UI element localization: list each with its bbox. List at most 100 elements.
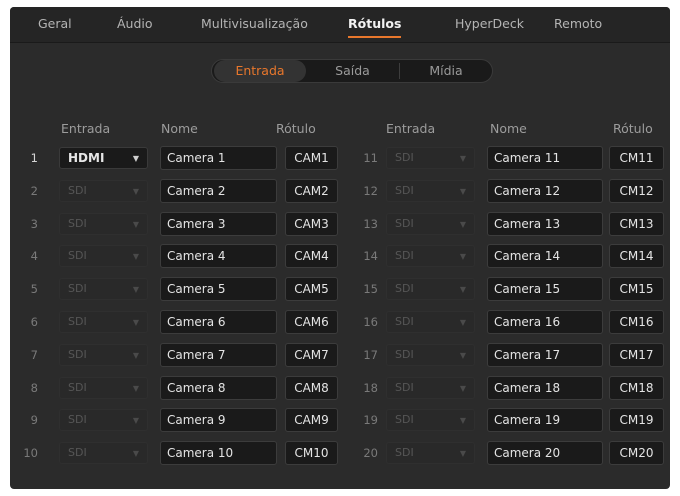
input-select[interactable]: SDI ▼ [386, 278, 475, 301]
chevron-down-icon: ▼ [459, 318, 466, 327]
label-field[interactable]: CM16 [609, 310, 664, 334]
input-select-value: SDI [395, 347, 414, 361]
name-field[interactable]: Camera 5 [160, 277, 277, 302]
input-select[interactable]: SDI ▼ [59, 278, 148, 301]
label-field[interactable]: CAM7 [285, 342, 338, 367]
input-select-value: SDI [395, 216, 414, 230]
name-field[interactable]: Camera 14 [487, 244, 603, 269]
name-field[interactable]: Camera 15 [487, 277, 603, 302]
input-select[interactable]: SDI ▼ [386, 311, 475, 333]
input-select[interactable]: SDI ▼ [386, 442, 475, 465]
name-field[interactable]: Camera 4 [160, 244, 277, 269]
label-field[interactable]: CAM8 [285, 375, 338, 400]
row-number: 16 [363, 315, 378, 329]
chevron-down-icon: ▼ [132, 285, 139, 295]
input-select-value: SDI [395, 249, 414, 263]
input-select[interactable]: SDI ▼ [59, 245, 148, 268]
name-field[interactable]: Camera 12 [487, 178, 603, 203]
row-number: 6 [30, 315, 38, 329]
label-field[interactable]: CM20 [609, 441, 664, 466]
tab-remote[interactable]: Remoto [554, 7, 602, 43]
input-select-value: SDI [395, 183, 414, 197]
row-number: 19 [363, 413, 378, 428]
name-field[interactable]: Camera 11 [487, 146, 603, 170]
input-select-value: SDI [68, 183, 87, 197]
label-field[interactable]: CAM9 [285, 408, 338, 433]
row-number: 14 [363, 249, 378, 264]
row-number: 20 [363, 446, 378, 461]
input-select[interactable]: SDI ▼ [386, 409, 475, 432]
input-select[interactable]: SDI ▼ [386, 179, 475, 202]
chevron-down-icon: ▼ [132, 416, 139, 426]
name-field[interactable]: Camera 16 [487, 310, 603, 334]
name-field[interactable]: Camera 2 [160, 178, 277, 203]
tab-general[interactable]: Geral [38, 7, 72, 43]
input-select[interactable]: SDI ▼ [59, 179, 148, 202]
input-select[interactable]: SDI ▼ [386, 147, 475, 169]
label-field[interactable]: CM10 [285, 441, 338, 466]
name-field[interactable]: Camera 17 [487, 342, 603, 367]
label-field[interactable]: CAM2 [285, 178, 338, 203]
header-name-left: Nome [161, 121, 198, 136]
row-number: 15 [363, 282, 378, 297]
input-select-value: SDI [68, 347, 87, 361]
input-select-value: SDI [68, 446, 87, 460]
name-field[interactable]: Camera 10 [160, 441, 277, 466]
name-field[interactable]: Camera 6 [160, 310, 277, 334]
input-select[interactable]: SDI ▼ [386, 212, 475, 235]
input-select[interactable]: SDI ▼ [59, 311, 148, 333]
input-select-value: SDI [68, 216, 87, 230]
segment-input[interactable]: Entrada [214, 60, 306, 82]
input-select-value: SDI [68, 380, 87, 394]
row-number: 12 [363, 183, 378, 198]
label-field[interactable]: CM14 [609, 244, 664, 269]
name-field[interactable]: Camera 18 [487, 375, 603, 400]
input-select[interactable]: SDI ▼ [386, 376, 475, 399]
settings-window: Geral Áudio Multivisualização Rótulos Hy… [10, 7, 670, 489]
label-field[interactable]: CM13 [609, 211, 664, 236]
label-field[interactable]: CAM3 [285, 211, 338, 236]
row-number: 13 [363, 216, 378, 231]
name-field[interactable]: Camera 1 [160, 146, 277, 170]
name-field[interactable]: Camera 9 [160, 408, 277, 433]
input-select[interactable]: SDI ▼ [386, 245, 475, 268]
name-field[interactable]: Camera 20 [487, 441, 603, 466]
tab-bar: Geral Áudio Multivisualização Rótulos Hy… [10, 7, 670, 43]
label-field[interactable]: CM11 [609, 146, 664, 170]
input-select[interactable]: SDI ▼ [59, 212, 148, 235]
label-field[interactable]: CM19 [609, 408, 664, 433]
label-field[interactable]: CAM5 [285, 277, 338, 302]
input-select[interactable]: SDI ▼ [59, 376, 148, 399]
name-field[interactable]: Camera 13 [487, 211, 603, 236]
label-field[interactable]: CM12 [609, 178, 664, 203]
label-field[interactable]: CAM4 [285, 244, 338, 269]
input-select[interactable]: HDMI ▼ [59, 147, 148, 169]
row-number: 4 [30, 249, 38, 264]
segment-output[interactable]: Saída [306, 60, 399, 82]
label-field[interactable]: CAM6 [285, 310, 338, 334]
name-field[interactable]: Camera 3 [160, 211, 277, 236]
tab-audio[interactable]: Áudio [117, 7, 153, 43]
tab-multiview[interactable]: Multivisualização [201, 7, 308, 43]
input-select[interactable]: SDI ▼ [386, 343, 475, 366]
name-field[interactable]: Camera 7 [160, 342, 277, 367]
header-label-left: Rótulo [276, 121, 316, 136]
row-number: 3 [30, 216, 38, 231]
input-select-value: SDI [395, 151, 414, 164]
input-select[interactable]: SDI ▼ [59, 343, 148, 366]
segment-media[interactable]: Mídia [400, 60, 492, 82]
label-field[interactable]: CM15 [609, 277, 664, 302]
chevron-down-icon: ▼ [459, 350, 466, 360]
input-select-value: SDI [68, 249, 87, 263]
input-select[interactable]: SDI ▼ [59, 409, 148, 432]
input-select[interactable]: SDI ▼ [59, 442, 148, 465]
tab-labels[interactable]: Rótulos [348, 7, 402, 43]
name-field[interactable]: Camera 19 [487, 408, 603, 433]
name-field[interactable]: Camera 8 [160, 375, 277, 400]
label-field[interactable]: CM17 [609, 342, 664, 367]
chevron-down-icon: ▼ [132, 186, 139, 196]
label-field[interactable]: CM18 [609, 375, 664, 400]
tab-hyperdeck[interactable]: HyperDeck [455, 7, 524, 43]
input-select-value: SDI [68, 413, 87, 427]
label-field[interactable]: CAM1 [285, 146, 338, 170]
